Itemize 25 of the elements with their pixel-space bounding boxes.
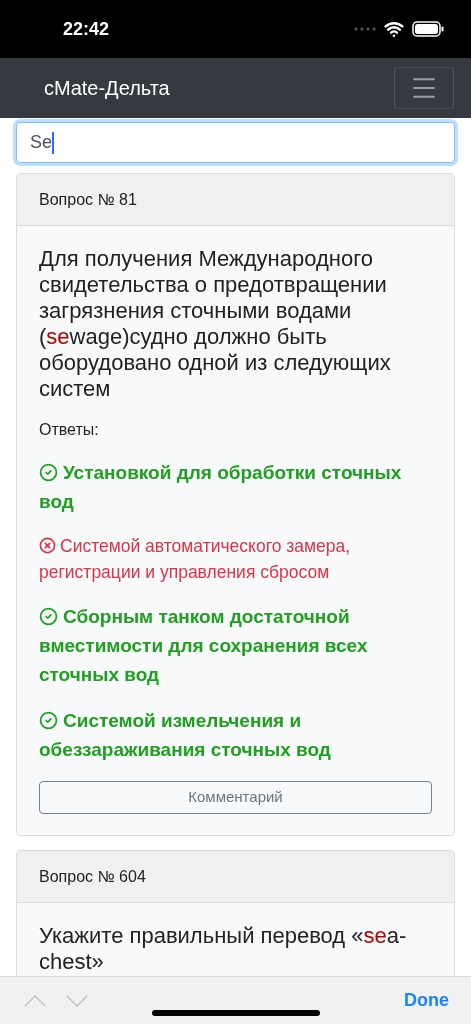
correct-answer: Установкой для обработки сточных вод	[39, 461, 403, 514]
question-number: Вопрос № 604	[39, 866, 146, 887]
search-field[interactable]: Se	[16, 122, 455, 163]
wrong-answer: Системой автоматического замера, регистрации и управления сбросом	[39, 535, 352, 584]
x-circle-icon	[39, 537, 56, 555]
app-title[interactable]: cMate-Дельта	[44, 73, 170, 103]
comment-button[interactable]: Комментарий	[39, 781, 432, 814]
wifi-icon	[384, 19, 404, 39]
answers-label: Ответы:	[39, 420, 100, 440]
menu-button[interactable]	[394, 67, 454, 109]
correct-answer: Сборным танком достаточной вместимости для сохранения всех сточных вод	[39, 605, 369, 687]
correct-answer: Системой измельчения и обеззараживания сточных вод	[39, 709, 332, 762]
check-circle-icon	[39, 463, 58, 482]
question-text: Для получения Международного свидетельства о предотвращении загрязнения сточными водами (sewage)судно должно быть оборудовано одной из следующих систем	[39, 246, 392, 402]
status-time: 22:42	[63, 17, 110, 41]
question-text: Укажите правильный перевод «sea-chest»	[39, 923, 408, 975]
next-button[interactable]	[66, 994, 88, 1007]
question-number: Вопрос № 81	[39, 189, 137, 210]
previous-button[interactable]	[24, 994, 46, 1007]
check-circle-icon	[39, 607, 58, 626]
chevron-down-icon	[66, 994, 88, 1007]
signal-icon	[354, 27, 376, 31]
chevron-up-icon	[24, 994, 46, 1007]
battery-icon	[412, 21, 444, 37]
check-circle-icon	[39, 711, 58, 730]
